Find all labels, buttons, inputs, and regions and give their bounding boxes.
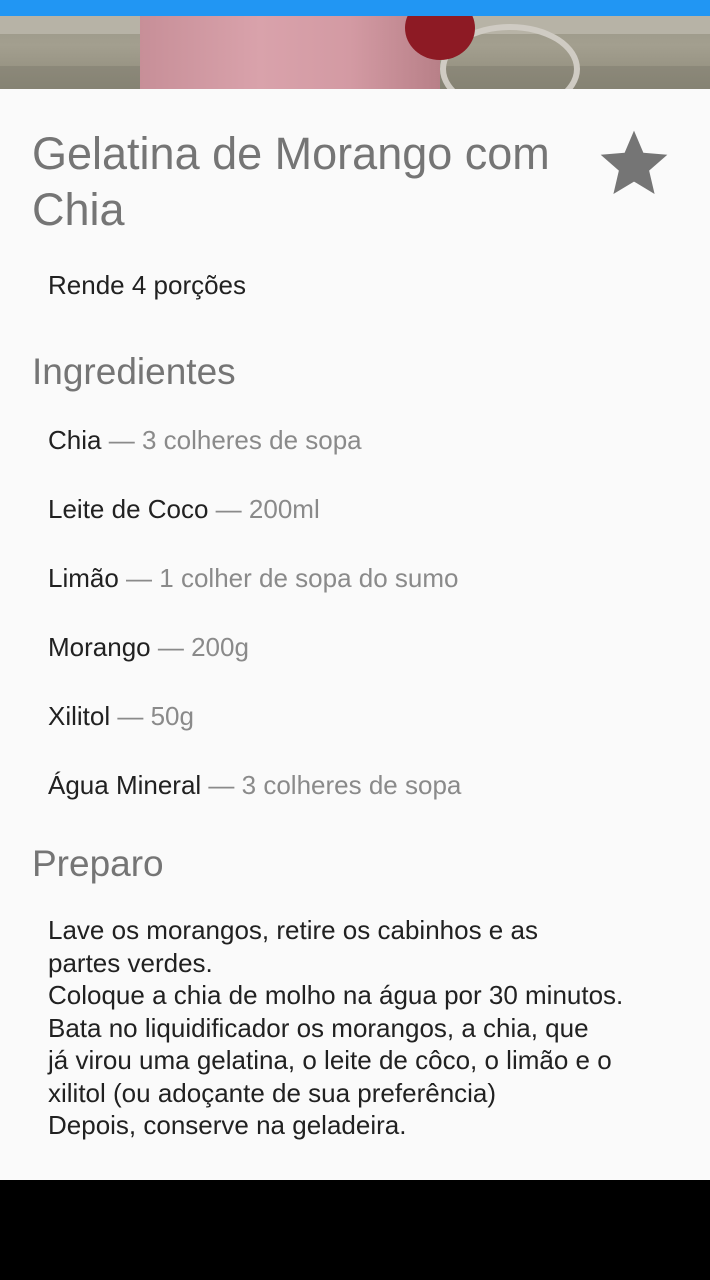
ingredient-item: Limão — 1 colher de sopa do sumo [48, 560, 461, 629]
preparation-line: Depois, conserve na geladeira. [48, 1110, 407, 1140]
preparation-text: Lave os morangos, retire os cabinhos e a… [48, 914, 688, 1142]
preparation-heading: Preparo [32, 843, 164, 884]
ingredient-quantity: 200ml [248, 494, 320, 524]
ingredient-separator: — [110, 701, 151, 731]
ingredient-name: Leite de Coco [48, 494, 209, 524]
ingredient-item: Água Mineral — 3 colheres de sopa [48, 767, 461, 836]
status-bar [0, 0, 710, 16]
recipe-header-image [0, 16, 710, 89]
ingredients-heading: Ingredientes [32, 351, 236, 392]
ingredient-name: Limão [48, 563, 119, 593]
preparation-line: Coloque a chia de molho na água por 30 m… [48, 980, 624, 1010]
ingredient-quantity: 200g [191, 632, 249, 662]
ingredient-separator: — [101, 425, 142, 455]
ingredient-name: Chia [48, 425, 102, 455]
ingredient-item: Leite de Coco — 200ml [48, 491, 461, 560]
hero-glass [140, 16, 440, 89]
preparation-line: Lave os morangos, retire os cabinhos e a… [48, 915, 538, 945]
ingredient-item: Chia — 3 colheres de sopa [48, 422, 461, 491]
recipe-title: Gelatina de Morango com Chia [32, 128, 550, 235]
ingredient-quantity: 3 colheres de sopa [241, 770, 462, 800]
ingredient-quantity: 50g [150, 701, 194, 731]
ingredient-quantity: 3 colheres de sopa [141, 425, 362, 455]
ingredient-quantity: 1 colher de sopa do sumo [159, 563, 459, 593]
ingredient-name: Morango [48, 632, 151, 662]
ingredient-separator: — [201, 770, 242, 800]
ingredient-separator: — [118, 563, 160, 593]
ingredient-name: Xilitol [48, 701, 111, 731]
ingredient-name: Água Mineral [48, 770, 202, 800]
ingredient-item: Morango — 200g [48, 629, 461, 698]
ingredient-separator: — [150, 632, 192, 662]
navigation-bar [0, 1180, 710, 1280]
preparation-line: já virou uma gelatina, o leite de côco, … [48, 1045, 612, 1075]
ingredient-separator: — [208, 494, 249, 524]
preparation-line: Bata no liquidificador os morangos, a ch… [48, 1012, 589, 1043]
ingredients-list: Chia — 3 colheres de sopa Leite de Coco —… [48, 422, 461, 836]
servings-text: Rende 4 porções [48, 270, 247, 300]
preparation-line: xilitol (ou adoçante de sua preferência) [48, 1077, 497, 1108]
star-icon[interactable] [594, 124, 674, 204]
preparation-line: partes verdes. [48, 947, 213, 978]
ingredient-item: Xilitol — 50g [48, 698, 461, 767]
